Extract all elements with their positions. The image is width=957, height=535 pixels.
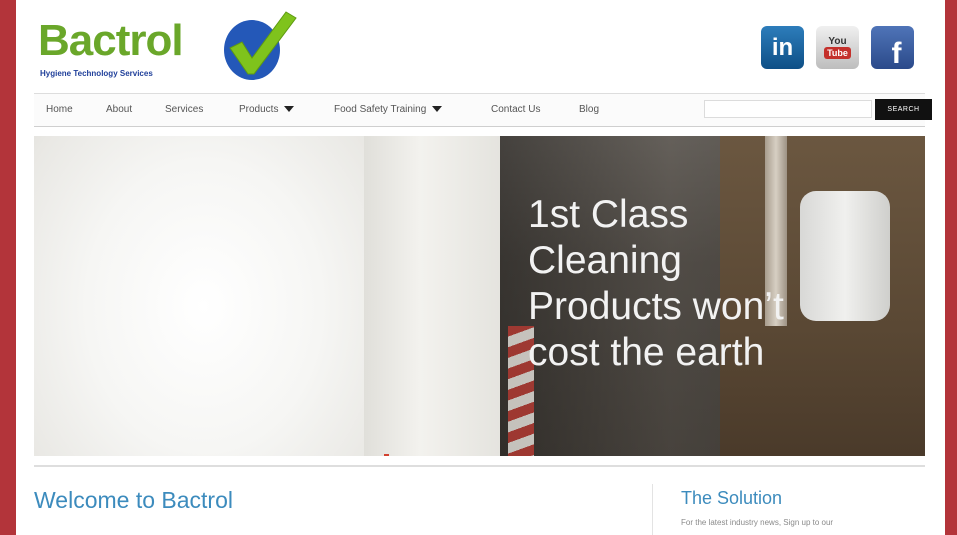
- nav-item-products[interactable]: Products: [239, 94, 295, 126]
- nav-item-label: Services: [165, 104, 204, 115]
- page-title: Welcome to Bactrol: [34, 487, 233, 513]
- logo-tagline: Hygiene Technology Services: [40, 69, 153, 78]
- youtube-label-bottom: Tube: [824, 47, 851, 59]
- linkedin-icon[interactable]: in: [761, 26, 804, 69]
- main-nav: Home About Services Products Food Safety…: [34, 93, 932, 127]
- hero-line: Cleaning: [528, 239, 682, 282]
- hero-line: cost the earth: [528, 331, 765, 374]
- youtube-label-top: You: [828, 36, 847, 47]
- sidebar-divider: [652, 484, 653, 535]
- youtube-icon[interactable]: You Tube: [816, 26, 859, 69]
- site-logo[interactable]: Bactrol Hygiene Technology Services: [38, 14, 228, 82]
- sidebar-text: For the latest industry news, Sign up to…: [681, 518, 834, 527]
- hero-line: 1st Class: [528, 193, 689, 236]
- linkedin-label: in: [771, 33, 794, 61]
- search-button[interactable]: SEARCH: [875, 99, 932, 120]
- chevron-down-icon: [432, 106, 443, 113]
- facebook-label: f: [891, 36, 902, 70]
- hero-line: Products won’t: [528, 285, 784, 328]
- nav-item-label: Products: [239, 104, 279, 115]
- nav-item-contact-us[interactable]: Contact Us: [491, 94, 540, 126]
- checkmark-logo-icon: [224, 11, 297, 80]
- nav-item-label: Food Safety Training: [334, 104, 427, 115]
- divider: [34, 465, 925, 467]
- nav-item-label: Contact Us: [491, 104, 541, 115]
- nav-item-food-safety-training[interactable]: Food Safety Training: [334, 94, 443, 126]
- nav-item-services[interactable]: Services: [165, 94, 203, 126]
- logo-wordmark: Bactrol: [38, 16, 184, 65]
- hero-bottle-shape: [364, 136, 504, 456]
- hero-banner: 1st Class Cleaning Products won’t cost t…: [34, 136, 925, 456]
- page-container: Bactrol Hygiene Technology Services in Y…: [16, 0, 945, 535]
- nav-item-about[interactable]: About: [106, 94, 132, 126]
- facebook-icon[interactable]: f: [871, 26, 914, 70]
- hero-image-bottles: [34, 136, 504, 456]
- nav-item-home[interactable]: Home: [46, 94, 73, 126]
- chevron-down-icon: [284, 106, 295, 113]
- nav-item-blog[interactable]: Blog: [579, 94, 599, 126]
- slider-indicator[interactable]: [384, 454, 389, 456]
- hero-headline: 1st Class Cleaning Products won’t cost t…: [528, 192, 908, 376]
- search-input[interactable]: [704, 100, 872, 118]
- sidebar-heading: The Solution: [681, 488, 783, 508]
- nav-item-label: Home: [46, 104, 73, 115]
- nav-item-label: Blog: [579, 104, 600, 115]
- nav-item-label: About: [106, 104, 133, 115]
